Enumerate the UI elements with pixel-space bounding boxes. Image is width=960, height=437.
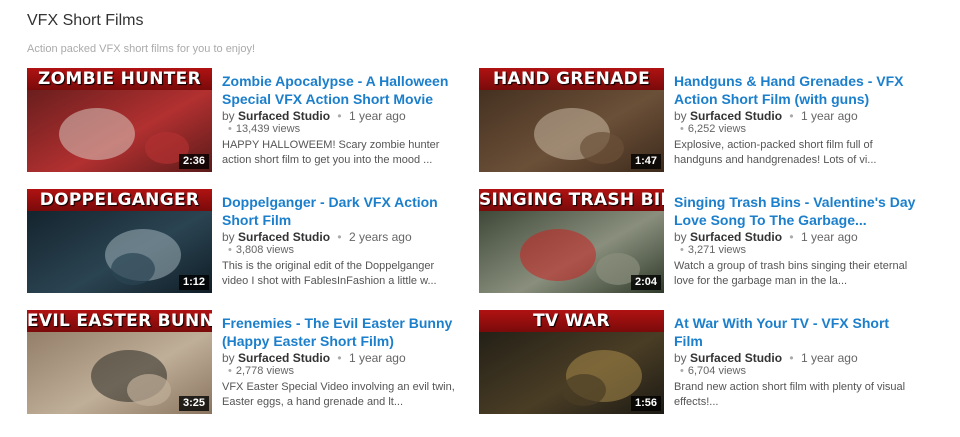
video-title-link[interactable]: Zombie Apocalypse - A Halloween Special … [222, 72, 467, 108]
video-description: VFX Easter Special Video involving an ev… [222, 381, 455, 408]
video-thumbnail[interactable]: TV WAR 1:56 [479, 310, 664, 414]
duration-badge: 1:56 [630, 396, 661, 411]
upload-age: 1 year ago [800, 351, 858, 365]
separator-dot: • [680, 365, 684, 377]
by-label: by [222, 109, 235, 123]
video-meta: by Surfaced Studio • 1 year ago [674, 351, 919, 365]
view-count: • 2,778 views [222, 365, 467, 378]
video-info: Doppelganger - Dark VFX Action Short Fil… [222, 193, 467, 289]
video-info: Handguns & Hand Grenades - VFX Action Sh… [674, 72, 919, 168]
separator-dot: • [680, 244, 684, 256]
separator-dot: • [789, 230, 794, 244]
video-card: ZOMBIE HUNTER 2:36 Zombie Apocalypse - A… [27, 68, 467, 173]
duration-badge: 1:12 [178, 275, 209, 290]
by-label: by [674, 109, 687, 123]
upload-age: 1 year ago [800, 109, 858, 123]
video-description: Explosive, action-packed short film full… [674, 139, 877, 166]
video-meta: by Surfaced Studio • 1 year ago [674, 109, 919, 123]
channel-link[interactable]: Surfaced Studio [690, 109, 782, 123]
video-description: This is the original edit of the Doppelg… [222, 260, 437, 287]
upload-age: 2 years ago [348, 230, 412, 244]
view-count-text: 3,808 views [235, 244, 294, 256]
separator-dot: • [228, 244, 232, 256]
video-title-link[interactable]: Handguns & Hand Grenades - VFX Action Sh… [674, 72, 919, 108]
by-label: by [674, 351, 687, 365]
by-label: by [674, 230, 687, 244]
video-description: Brand new action short film with plenty … [674, 381, 906, 408]
video-title-link[interactable]: At War With Your TV - VFX Short Film [674, 314, 919, 350]
video-description: HAPPY HALLOWEEM! Scary zombie hunter act… [222, 139, 440, 166]
view-count-text: 6,252 views [687, 123, 746, 135]
video-card: SINGING TRASH BINS 2:04 Singing Trash Bi… [479, 189, 919, 294]
channel-link[interactable]: Surfaced Studio [690, 351, 782, 365]
video-title-link[interactable]: Frenemies - The Evil Easter Bunny (Happy… [222, 314, 467, 350]
by-label: by [222, 351, 235, 365]
view-count: • 13,439 views [222, 123, 467, 136]
video-info: Zombie Apocalypse - A Halloween Special … [222, 72, 467, 168]
duration-badge: 2:36 [178, 154, 209, 169]
video-info: Singing Trash Bins - Valentine's Day Lov… [674, 193, 919, 289]
thumbnail-title-text: SINGING TRASH BINS [479, 189, 664, 211]
channel-link[interactable]: Surfaced Studio [238, 230, 330, 244]
separator-dot: • [789, 109, 794, 123]
separator-dot: • [228, 365, 232, 377]
thumbnail-title-text: TV WAR [479, 310, 664, 332]
video-thumbnail[interactable]: HAND GRENADE 1:47 [479, 68, 664, 172]
upload-age: 1 year ago [348, 109, 406, 123]
view-count: • 6,252 views [674, 123, 919, 136]
separator-dot: • [337, 109, 342, 123]
duration-badge: 1:47 [630, 154, 661, 169]
video-card: HAND GRENADE 1:47 Handguns & Hand Grenad… [479, 68, 919, 173]
shelf-description: Action packed VFX short films for you to… [27, 43, 256, 55]
video-title-link[interactable]: Singing Trash Bins - Valentine's Day Lov… [674, 193, 919, 229]
view-count-text: 2,778 views [235, 365, 294, 377]
view-count: • 3,808 views [222, 244, 467, 257]
video-card: TV WAR 1:56 At War With Your TV - VFX Sh… [479, 310, 919, 415]
duration-badge: 3:25 [178, 396, 209, 411]
video-info: At War With Your TV - VFX Short Film by … [674, 314, 919, 410]
separator-dot: • [680, 123, 684, 135]
separator-dot: • [789, 351, 794, 365]
video-info: Frenemies - The Evil Easter Bunny (Happy… [222, 314, 467, 410]
view-count: • 3,271 views [674, 244, 919, 257]
separator-dot: • [228, 123, 232, 135]
shelf-title: VFX Short Films [27, 12, 144, 29]
by-label: by [222, 230, 235, 244]
video-thumbnail[interactable]: DOPPELGANGER 1:12 [27, 189, 212, 293]
thumbnail-title-text: DOPPELGANGER [27, 189, 212, 211]
video-meta: by Surfaced Studio • 1 year ago [674, 230, 919, 244]
video-thumbnail[interactable]: ZOMBIE HUNTER 2:36 [27, 68, 212, 172]
view-count-text: 6,704 views [687, 365, 746, 377]
separator-dot: • [337, 230, 342, 244]
channel-link[interactable]: Surfaced Studio [238, 351, 330, 365]
view-count-text: 3,271 views [687, 244, 746, 256]
video-meta: by Surfaced Studio • 1 year ago [222, 109, 467, 123]
video-thumbnail[interactable]: EVIL EASTER BUNNY 3:25 [27, 310, 212, 414]
video-title-link[interactable]: Doppelganger - Dark VFX Action Short Fil… [222, 193, 467, 229]
video-card: DOPPELGANGER 1:12 Doppelganger - Dark VF… [27, 189, 467, 294]
thumbnail-title-text: EVIL EASTER BUNNY [27, 310, 212, 332]
video-card: EVIL EASTER BUNNY 3:25 Frenemies - The E… [27, 310, 467, 415]
separator-dot: • [337, 351, 342, 365]
video-description: Watch a group of trash bins singing thei… [674, 260, 908, 287]
video-meta: by Surfaced Studio • 1 year ago [222, 351, 467, 365]
view-count-text: 13,439 views [235, 123, 301, 135]
channel-link[interactable]: Surfaced Studio [238, 109, 330, 123]
thumbnail-title-text: ZOMBIE HUNTER [27, 68, 212, 90]
view-count: • 6,704 views [674, 365, 919, 378]
thumbnail-title-text: HAND GRENADE [479, 68, 664, 90]
video-thumbnail[interactable]: SINGING TRASH BINS 2:04 [479, 189, 664, 293]
video-meta: by Surfaced Studio • 2 years ago [222, 230, 467, 244]
upload-age: 1 year ago [348, 351, 406, 365]
upload-age: 1 year ago [800, 230, 858, 244]
channel-link[interactable]: Surfaced Studio [690, 230, 782, 244]
duration-badge: 2:04 [630, 275, 661, 290]
